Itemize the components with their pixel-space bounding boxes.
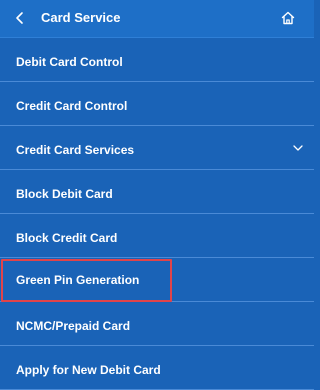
- menu-item-label: Block Credit Card: [16, 231, 118, 245]
- home-button[interactable]: [278, 8, 298, 28]
- back-button[interactable]: [10, 8, 30, 28]
- menu-item-label: Credit Card Services: [16, 143, 135, 157]
- chevron-left-icon: [16, 12, 23, 24]
- menu-item-debit-card-control[interactable]: Debit Card Control: [0, 38, 314, 82]
- menu-item-label: Apply for New Debit Card: [16, 363, 161, 377]
- menu-item-label: Green Pin Generation: [16, 273, 140, 287]
- menu-item-block-debit-card[interactable]: Block Debit Card: [0, 170, 314, 214]
- card-service-screen: Card Service Debit Card Control Credit C…: [0, 0, 314, 390]
- app-header: Card Service: [0, 0, 314, 38]
- menu-item-credit-card-control[interactable]: Credit Card Control: [0, 82, 314, 126]
- chevron-down-icon: [293, 145, 303, 151]
- menu-item-green-pin-generation[interactable]: Green Pin Generation: [0, 258, 314, 302]
- page-title: Card Service: [41, 10, 121, 25]
- menu-item-credit-card-services[interactable]: Credit Card Services: [0, 126, 314, 170]
- menu-item-label: NCMC/Prepaid Card: [16, 319, 131, 333]
- menu-item-ncmc-prepaid-card[interactable]: NCMC/Prepaid Card: [0, 302, 314, 346]
- menu-item-apply-new-debit-card[interactable]: Apply for New Debit Card: [0, 346, 314, 390]
- menu-item-block-credit-card[interactable]: Block Credit Card: [0, 214, 314, 258]
- menu-item-label: Debit Card Control: [16, 55, 123, 69]
- menu-item-label: Credit Card Control: [16, 99, 128, 113]
- card-service-menu: Debit Card Control Credit Card Control C…: [0, 38, 314, 390]
- menu-item-label: Block Debit Card: [16, 187, 113, 201]
- home-icon: [281, 11, 295, 25]
